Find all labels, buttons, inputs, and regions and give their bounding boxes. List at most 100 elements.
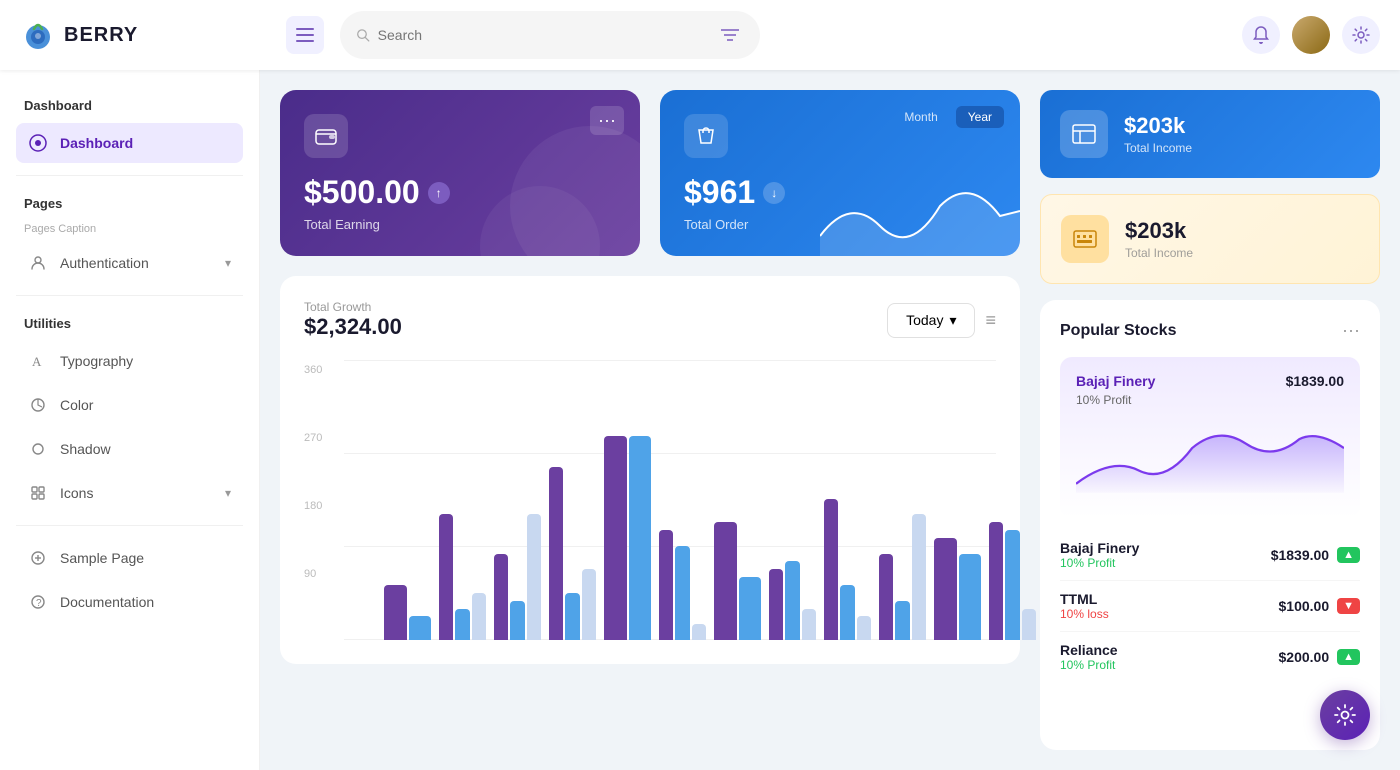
fab-settings-icon xyxy=(1334,704,1356,726)
bar-light-7 xyxy=(802,609,816,640)
notification-button[interactable] xyxy=(1242,16,1280,54)
hamburger-button[interactable] xyxy=(286,16,324,54)
month-tab[interactable]: Month xyxy=(892,106,949,128)
search-filter-button[interactable] xyxy=(717,19,744,51)
income-yellow-icon xyxy=(1061,215,1109,263)
y-label-270: 270 xyxy=(304,432,322,444)
app-header: BERRY xyxy=(0,0,1400,70)
cards-row: ··· $500.00 ↑ Total Earning xyxy=(280,90,1020,256)
sidebar-divider-1 xyxy=(16,175,243,176)
featured-stock-chart-area: Bajaj Finery $1839.00 10% Profit xyxy=(1060,357,1360,518)
y-label-360: 360 xyxy=(304,364,322,376)
sidebar-item-icons[interactable]: Icons ▾ xyxy=(16,473,243,513)
dashboard-icon xyxy=(28,133,48,153)
bar-blue-1 xyxy=(455,609,469,640)
shopping-bag-icon xyxy=(695,125,717,147)
sidebar-item-dashboard-label: Dashboard xyxy=(60,135,231,151)
chart-menu-icon[interactable]: ≡ xyxy=(985,310,996,331)
stock-stat-0: 10% Profit xyxy=(1060,556,1271,570)
bar-purple-8 xyxy=(824,499,838,640)
income-blue-info: $203k Total Income xyxy=(1124,113,1192,155)
authentication-icon xyxy=(28,253,48,273)
sidebar-item-typography[interactable]: A Typography xyxy=(16,341,243,381)
income-blue-amount: $203k xyxy=(1124,113,1192,139)
search-bar xyxy=(340,11,760,59)
earning-card-icon xyxy=(304,114,348,158)
today-label: Today xyxy=(906,312,943,328)
today-button[interactable]: Today ▾ xyxy=(887,303,975,338)
berry-logo-icon xyxy=(20,17,56,53)
stock-info-0: Bajaj Finery10% Profit xyxy=(1060,540,1271,570)
bar-blue-4 xyxy=(629,436,652,640)
typography-icon: A xyxy=(28,351,48,371)
settings-icon xyxy=(1352,26,1370,44)
earning-card-menu[interactable]: ··· xyxy=(590,106,624,135)
stock-badge-0: ▲ xyxy=(1337,547,1360,563)
bar-blue-3 xyxy=(565,593,579,640)
sidebar-item-shadow[interactable]: Shadow xyxy=(16,429,243,469)
y-axis-labels: 360 270 180 90 xyxy=(304,360,322,640)
bar-purple-2 xyxy=(494,554,508,640)
sidebar-item-icons-label: Icons xyxy=(60,485,213,501)
stock-stat-1: 10% loss xyxy=(1060,607,1279,621)
income-yellow-label: Total Income xyxy=(1125,246,1193,260)
featured-stock-profit: 10% Profit xyxy=(1076,393,1344,407)
stocks-card: Popular Stocks ··· Bajaj Finery $1839.00… xyxy=(1040,300,1380,750)
sidebar-item-authentication[interactable]: Authentication ▾ xyxy=(16,243,243,283)
bar-light-3 xyxy=(582,569,596,640)
stock-stat-2: 10% Profit xyxy=(1060,658,1279,672)
sidebar-item-color[interactable]: Color xyxy=(16,385,243,425)
bar-purple-9 xyxy=(879,554,893,640)
chart-header: Total Growth $2,324.00 Today ▾ ≡ xyxy=(304,300,996,340)
earning-card: ··· $500.00 ↑ Total Earning xyxy=(280,90,640,256)
earning-amount-value: $500.00 xyxy=(304,174,420,211)
icons-chevron: ▾ xyxy=(225,486,231,500)
bar-blue-11 xyxy=(1005,530,1019,640)
bar-group-9 xyxy=(879,514,926,640)
bell-icon xyxy=(1252,26,1270,44)
sidebar-divider-3 xyxy=(16,525,243,526)
bar-group-7 xyxy=(769,561,816,640)
bar-blue-8 xyxy=(840,585,854,640)
income-yellow-amount: $203k xyxy=(1125,218,1193,244)
shadow-icon xyxy=(28,439,48,459)
year-tab[interactable]: Year xyxy=(956,106,1004,128)
order-wave-chart xyxy=(820,176,1020,256)
order-down-arrow: ↓ xyxy=(763,182,785,204)
bar-group-11 xyxy=(989,522,1036,640)
bar-group-4 xyxy=(604,436,651,640)
svg-text:A: A xyxy=(32,354,42,369)
stocks-menu-icon[interactable]: ··· xyxy=(1342,320,1360,341)
authentication-chevron: ▾ xyxy=(225,256,231,270)
bar-purple-5 xyxy=(659,530,673,640)
fab-settings-button[interactable] xyxy=(1320,690,1370,740)
sidebar-section-pages: Pages xyxy=(24,196,243,211)
bar-light-2 xyxy=(527,514,541,640)
sidebar-item-documentation[interactable]: ? Documentation xyxy=(16,582,243,622)
y-label-180: 180 xyxy=(304,500,322,512)
sample-page-icon xyxy=(28,548,48,568)
sidebar-item-sample-page-label: Sample Page xyxy=(60,550,231,566)
search-input[interactable] xyxy=(378,27,709,43)
avatar[interactable] xyxy=(1292,16,1330,54)
chart-card: Total Growth $2,324.00 Today ▾ ≡ 360 270… xyxy=(280,276,1020,664)
sidebar-item-documentation-label: Documentation xyxy=(60,594,231,610)
bar-purple-1 xyxy=(439,514,453,640)
stock-info-1: TTML10% loss xyxy=(1060,591,1279,621)
settings-button[interactable] xyxy=(1342,16,1380,54)
bar-purple-7 xyxy=(769,569,783,640)
sidebar-item-sample-page[interactable]: Sample Page xyxy=(16,538,243,578)
bar-group-10 xyxy=(934,538,981,640)
income-blue-label: Total Income xyxy=(1124,141,1192,155)
sidebar-section-utilities: Utilities xyxy=(24,316,243,331)
bar-group-2 xyxy=(494,514,541,640)
featured-stock-price: $1839.00 xyxy=(1286,373,1344,389)
bar-blue-10 xyxy=(959,554,982,640)
header-right xyxy=(1242,16,1380,54)
sidebar-item-dashboard[interactable]: Dashboard xyxy=(16,123,243,163)
chevron-down-icon: ▾ xyxy=(949,312,956,329)
bar-light-5 xyxy=(692,624,706,640)
income-blue-icon xyxy=(1060,110,1108,158)
chart-amount: $2,324.00 xyxy=(304,314,402,340)
bar-blue-6 xyxy=(739,577,762,640)
